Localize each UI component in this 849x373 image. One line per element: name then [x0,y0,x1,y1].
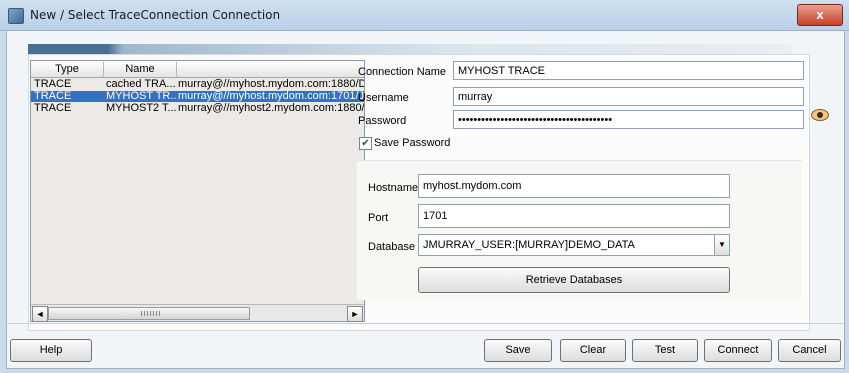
column-header-name[interactable]: Name [104,62,177,77]
username-label: Username [358,92,409,104]
database-label: Database [368,241,416,253]
port-label: Port [368,212,389,224]
hostname-field[interactable]: myhost.mydom.com [418,174,730,198]
grip-icon [141,311,161,316]
connection-name-label: Connection Name [358,66,447,78]
cancel-button[interactable]: Cancel [778,339,841,362]
save-password-label[interactable]: Save Password [374,137,450,149]
row-type: TRACE [34,91,72,102]
footer-divider [6,323,843,324]
close-button[interactable]: x [797,4,843,26]
hostname-label: Hostname [368,182,419,194]
username-field[interactable]: murray [453,87,804,106]
horizontal-scrollbar[interactable]: ◄ ► [31,304,364,322]
clear-button[interactable]: Clear [560,339,626,362]
show-password-eye-icon[interactable] [811,109,829,121]
scroll-thumb[interactable] [48,307,250,320]
header-banner [28,44,792,54]
row-connection: murray@//myhost2.mydom.com:1880/D [178,103,364,114]
port-field[interactable]: 1701 [418,204,730,228]
row-connection: murray@//myhost.mydom.com:1880/DI [178,79,364,90]
password-field[interactable]: •••••••••••••••••••••••••••••••••••••••• [453,110,804,129]
row-name: MYHOST2 T... [106,103,176,114]
row-type: TRACE [34,79,72,90]
scroll-left-icon[interactable]: ◄ [32,306,48,322]
help-button[interactable]: Help [10,339,92,362]
row-type: TRACE [34,103,72,114]
list-item[interactable]: TRACE cached TRA... murray@//myhost.mydo… [31,79,364,90]
database-value: JMURRAY_USER:[MURRAY]DEMO_DATA [423,239,635,251]
scroll-right-icon[interactable]: ► [347,306,363,322]
title-bar: New / Select TraceConnection Connection … [0,0,849,31]
connection-name-field[interactable]: MYHOST TRACE [453,61,804,80]
retrieve-databases-button[interactable]: Retrieve Databases [418,267,730,293]
row-name: MYHOST TR... [106,91,176,102]
column-header-type[interactable]: Type [31,62,104,77]
connections-list[interactable]: Type Name TRACE cached TRA... murray@//m… [30,60,365,322]
password-label: Password [358,115,407,127]
column-header-connection[interactable] [177,62,363,77]
save-button[interactable]: Save [484,339,552,362]
list-header: Type Name [31,61,364,78]
window-title: New / Select TraceConnection Connection [30,8,281,22]
app-icon [8,8,24,24]
database-select[interactable]: JMURRAY_USER:[MURRAY]DEMO_DATA ▼ [418,234,730,256]
row-connection: murray@//myhost.mydom.com:1701/JM [178,91,364,102]
save-password-checkbox[interactable]: ✔ [359,137,372,150]
list-item[interactable]: TRACE MYHOST2 T... murray@//myhost2.mydo… [31,103,364,114]
row-name: cached TRA... [106,79,176,90]
chevron-down-icon[interactable]: ▼ [714,235,729,255]
connect-button[interactable]: Connect [704,339,772,362]
test-button[interactable]: Test [632,339,698,362]
list-item-selected[interactable]: TRACE MYHOST TR... murray@//myhost.mydom… [31,91,364,102]
